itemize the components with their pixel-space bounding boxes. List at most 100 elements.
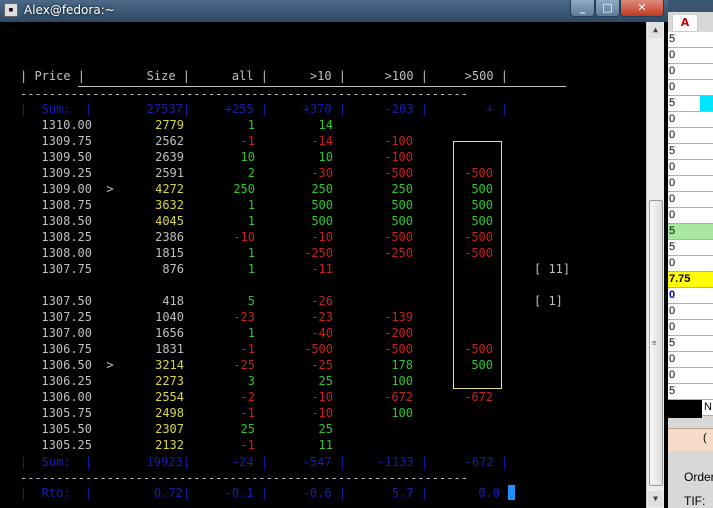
sum-bottom-all: -24 | [231, 455, 268, 469]
row-gt100: -100 [384, 134, 413, 148]
row-gt10: -40 [311, 326, 333, 340]
row-gt10: 250 [311, 182, 333, 196]
background-app-titlebar [668, 0, 713, 12]
row-size: 2554 [155, 390, 184, 404]
row-gt10: -23 [311, 310, 333, 324]
terminal-app-icon: ▪ [4, 3, 18, 17]
row-size: 2562 [155, 134, 184, 148]
cyan-marker [700, 96, 713, 111]
row-price: 1309.75 [41, 134, 92, 148]
sum-bottom-gt500: -672 | [464, 455, 508, 469]
order-label: Order [684, 470, 713, 484]
background-grid-cell: 0 [668, 112, 713, 128]
row-all: -25 [233, 358, 255, 372]
background-grid-cell-text: 0 [669, 65, 676, 77]
close-button[interactable]: ✕ [620, 0, 664, 17]
row-gt100: -500 [384, 342, 413, 356]
row-size: 1815 [155, 246, 184, 260]
row-size: 1831 [155, 342, 184, 356]
sum-bottom-gt100: -1133 | [377, 455, 428, 469]
row-all: 1 [247, 262, 255, 276]
background-grid-cell-text: 0 [669, 177, 676, 189]
side-note-2: [ 1] [534, 294, 563, 308]
background-grid-cell: 0 [668, 64, 713, 80]
ratio-gt10: -0.6 | [302, 486, 346, 500]
minimize-button[interactable]: _ [570, 0, 595, 17]
row-price: 1306.75 [41, 342, 92, 356]
vertical-scrollbar[interactable]: ▲ ≡ ▼ [646, 22, 664, 508]
row-all: -1 [240, 134, 255, 148]
row-size: 2307 [155, 422, 184, 436]
scroll-down-arrow-icon[interactable]: ▼ [648, 491, 663, 507]
terminal-frame: | Price | Size | all | >10 | >100 | >500… [0, 22, 668, 508]
row-gt10: -11 [311, 262, 333, 276]
row-gt10: 500 [311, 214, 333, 228]
row-price: 1305.25 [41, 438, 92, 452]
background-grid-cell-text: 0 [669, 289, 676, 301]
background-black-bar [668, 400, 702, 418]
row-price: 1308.00 [41, 246, 92, 260]
maximize-button[interactable]: □ [595, 0, 620, 17]
background-grid-cell: 0 [668, 368, 713, 384]
background-grid-cell: 5 [668, 96, 713, 112]
row-size: 2591 [155, 166, 184, 180]
background-trading-app[interactable]: A 5000500500005507.7500050050 N ( Order … [668, 0, 713, 508]
background-grid-cell-text: 0 [669, 305, 676, 317]
row-price: 1308.25 [41, 230, 92, 244]
row-size: 4045 [155, 214, 184, 228]
background-grid-cell: 7.75 [668, 272, 713, 288]
row-gt100: 100 [391, 406, 413, 420]
row-size: 2779 [155, 118, 184, 132]
background-grid-cell-text: 0 [669, 353, 676, 365]
title-bar[interactable]: ▪ Alex@fedora:~ _ □ ✕ [0, 0, 668, 23]
row-price: 1306.00 [41, 390, 92, 404]
row-price: 1305.50 [41, 422, 92, 436]
background-grid-cell: 0 [668, 176, 713, 192]
ratio-row: | Rto: | 0.72| -0.1 | -0.6 | 5.7 | 0.0 [0, 485, 500, 501]
row-gt100: 500 [391, 198, 413, 212]
sum-top-gt100: -203 | [384, 102, 428, 116]
background-grid-cell: 5 [668, 144, 713, 160]
row-price: 1309.00 [41, 182, 92, 196]
row-size: 2132 [155, 438, 184, 452]
row-size: 876 [162, 262, 184, 276]
row-gt100: -672 [384, 390, 413, 404]
divider-header: ----------------------------------------… [20, 87, 468, 101]
background-grid-cell: 0 [668, 320, 713, 336]
scroll-thumb[interactable]: ≡ [649, 200, 663, 486]
row-gt10: 11 [318, 438, 333, 452]
row-all: 3 [247, 374, 255, 388]
sum-bottom-size: 19923| [146, 455, 190, 469]
sum-top-label: | Sum: | [20, 102, 93, 116]
row-gt10: -25 [311, 358, 333, 372]
row-gt10: 25 [318, 422, 333, 436]
background-grid-cell: 5 [668, 240, 713, 256]
row-size: 3632 [155, 198, 184, 212]
ratio-label: | Rto: | [20, 486, 93, 500]
row-price: 1309.50 [41, 150, 92, 164]
row-gt100: -500 [384, 166, 413, 180]
background-grid-cell: 0 [668, 352, 713, 368]
background-grid-cell: 0 [668, 288, 713, 304]
header-gt500: >500 | [464, 69, 508, 83]
row-gt10: -10 [311, 390, 333, 404]
row-size: 2386 [155, 230, 184, 244]
row-all: -2 [240, 390, 255, 404]
background-grid-cell-text: 5 [669, 145, 676, 157]
row-all: 250 [233, 182, 255, 196]
terminal-output[interactable]: | Price | Size | all | >10 | >100 | >500… [0, 22, 646, 508]
row-size: 1040 [155, 310, 184, 324]
terminal-cursor [508, 485, 515, 500]
background-grid-cell: 5 [668, 336, 713, 352]
ratio-gt500: 0.0 [478, 486, 500, 500]
background-grid-cell: 0 [668, 80, 713, 96]
scroll-up-arrow-icon[interactable]: ▲ [648, 22, 663, 38]
row-all: 1 [247, 198, 255, 212]
row-price: 1308.75 [41, 198, 92, 212]
sum-top-gt500: + | [486, 102, 508, 116]
row-price: 1308.50 [41, 214, 92, 228]
background-grid-cell-text: 7.75 [669, 273, 691, 285]
divider-bottom: ----------------------------------------… [20, 471, 468, 485]
row-all: -1 [240, 406, 255, 420]
header-gt10: >10 | [309, 69, 346, 83]
